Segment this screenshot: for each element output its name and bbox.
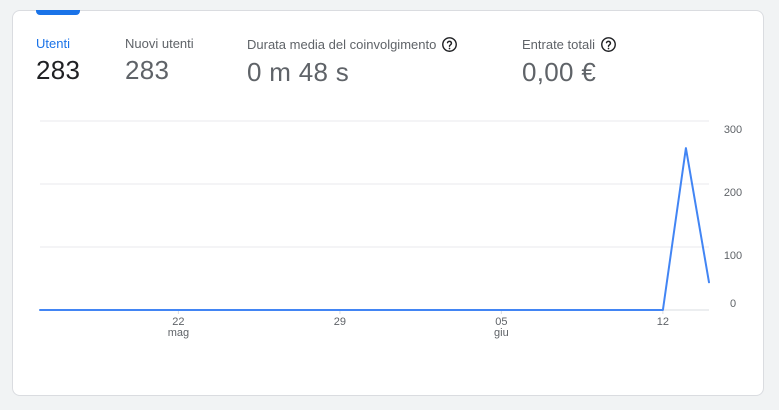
- x-tick-month-label: mag: [168, 327, 189, 339]
- series-line-users: [39, 147, 710, 311]
- x-tick-month-label: giu: [494, 327, 509, 339]
- x-tick-day-label: 12: [657, 316, 669, 328]
- y-tick-label: 300: [724, 124, 742, 136]
- x-tick-day-label: 29: [334, 316, 346, 328]
- line-chart: 300200100022mag29 05giu12: [39, 120, 742, 339]
- y-tick-label: 100: [724, 250, 742, 262]
- y-tick-label: 0: [730, 298, 736, 310]
- y-tick-label: 200: [724, 187, 742, 199]
